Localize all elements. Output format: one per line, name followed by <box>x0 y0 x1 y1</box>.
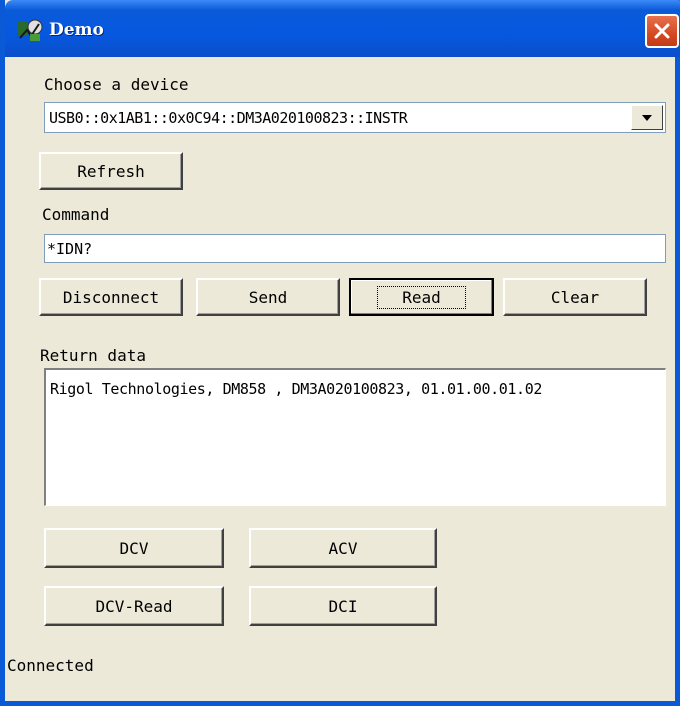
close-button[interactable] <box>645 14 679 48</box>
dci-button[interactable]: DCI <box>249 586 437 626</box>
read-button[interactable]: Read <box>349 278 494 316</box>
dcv-read-button[interactable]: DCV-Read <box>44 586 224 626</box>
return-data-label: Return data <box>40 346 146 365</box>
window-title: Demo <box>49 20 104 40</box>
title-bar[interactable]: Demo <box>5 0 680 57</box>
acv-button[interactable]: ACV <box>249 528 437 568</box>
chevron-down-icon <box>642 114 652 121</box>
clear-button[interactable]: Clear <box>503 278 647 316</box>
demo-window: Demo Choose a device USB0::0x1AB1::0x0C9… <box>0 0 680 706</box>
command-input[interactable] <box>44 234 666 263</box>
choose-device-label: Choose a device <box>44 75 189 94</box>
refresh-button[interactable]: Refresh <box>39 152 183 190</box>
return-data-text: Rigol Technologies, DM858 , DM3A02010082… <box>50 380 542 398</box>
return-data-textarea[interactable]: Rigol Technologies, DM858 , DM3A02010082… <box>44 368 666 506</box>
close-icon <box>654 23 670 39</box>
device-select-arrow[interactable] <box>631 105 663 130</box>
app-icon <box>18 19 43 41</box>
command-label: Command <box>42 205 110 224</box>
dcv-button[interactable]: DCV <box>44 528 224 568</box>
read-button-label: Read <box>377 285 466 309</box>
device-select[interactable]: USB0::0x1AB1::0x0C94::DM3A020100823::INS… <box>44 102 666 133</box>
device-select-value: USB0::0x1AB1::0x0C94::DM3A020100823::INS… <box>49 109 408 127</box>
send-button[interactable]: Send <box>196 278 340 316</box>
status-text: Connected <box>7 656 94 675</box>
disconnect-button[interactable]: Disconnect <box>39 278 183 316</box>
